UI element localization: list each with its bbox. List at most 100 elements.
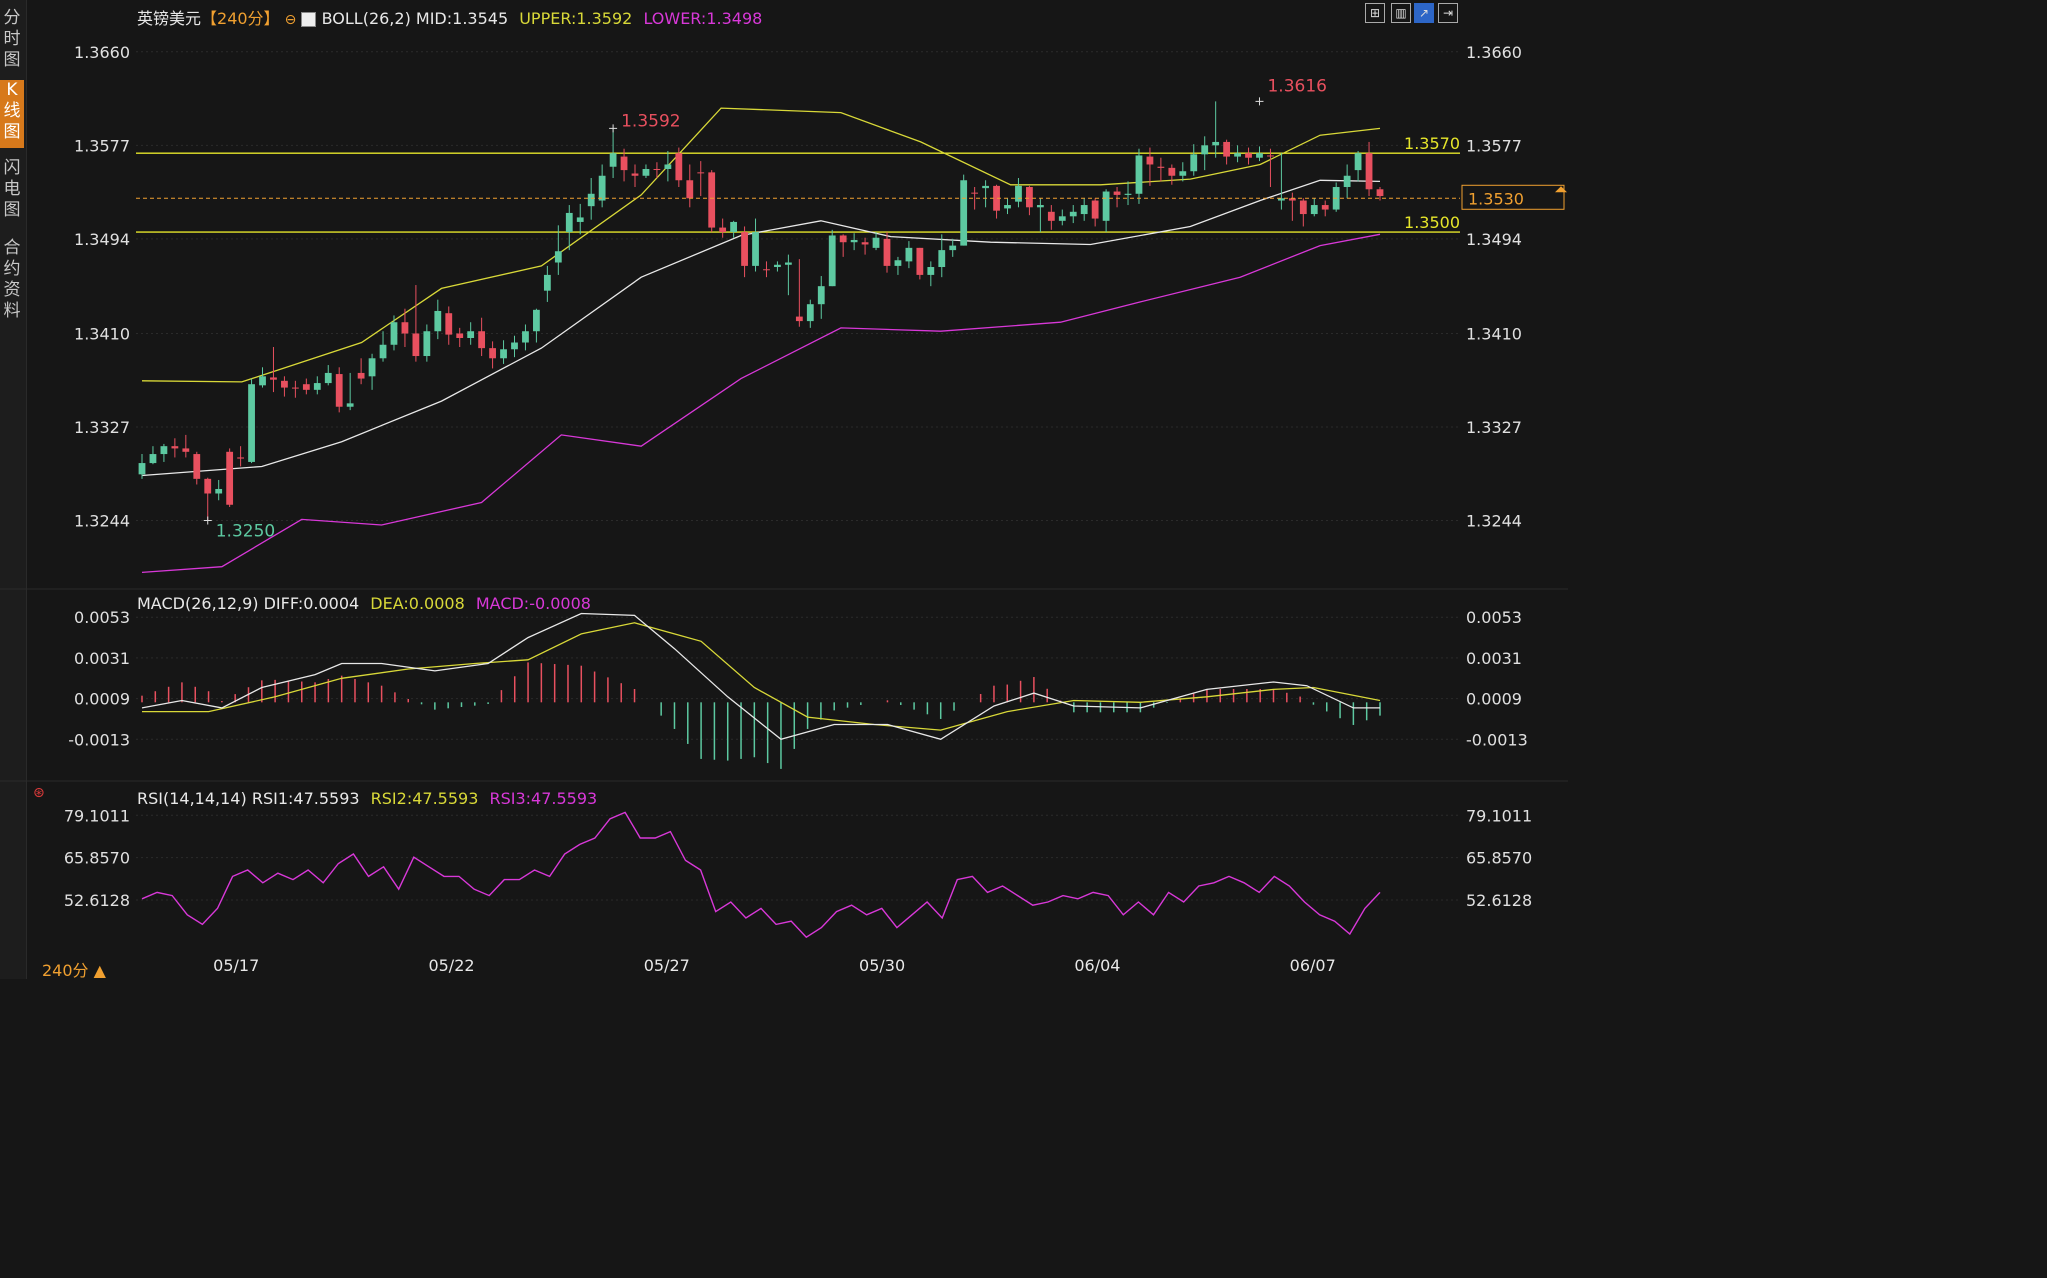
candle-body: [390, 322, 398, 345]
candle-body: [817, 286, 825, 305]
candle-body: [1201, 145, 1209, 155]
y-tick-label-right: 1.3327: [1466, 418, 1522, 437]
x-tick-label: 05/30: [859, 956, 905, 975]
annotation-high-2: 1.3616: [1267, 76, 1326, 96]
candle-body: [478, 331, 486, 349]
candle-body: [565, 212, 573, 233]
candle-body: [763, 269, 770, 271]
candle-body: [368, 358, 376, 377]
candle-body: [916, 247, 924, 275]
candle-body: [1091, 200, 1099, 219]
candle-body: [1234, 153, 1241, 157]
candle-body: [1267, 155, 1274, 157]
candle-body: [346, 403, 354, 407]
x-tick-label: 05/22: [428, 956, 474, 975]
candle-body: [138, 463, 146, 475]
candle-body: [938, 250, 946, 268]
candle-body: [1102, 191, 1110, 221]
candle-body: [543, 274, 551, 291]
candle-body: [193, 454, 201, 479]
candle-body: [533, 309, 540, 332]
candle-body: [1058, 216, 1066, 221]
candle-body: [1168, 167, 1176, 176]
candle-body: [335, 374, 343, 407]
candle-body: [1343, 175, 1351, 188]
candle-body: [489, 348, 496, 359]
candle-body: [850, 239, 858, 243]
candle-body: [1113, 191, 1121, 195]
candle-body: [171, 446, 179, 449]
candle-body: [675, 153, 683, 181]
y-tick-label: 1.3327: [74, 418, 130, 437]
rsi-y-tick: 79.1011: [64, 806, 130, 825]
high-marker: [609, 124, 618, 133]
candle-body: [1245, 153, 1252, 158]
candle-body: [1190, 154, 1198, 172]
candle-body: [982, 185, 989, 189]
rsi-y-tick: 65.8570: [64, 849, 130, 868]
candle-body: [1015, 185, 1022, 202]
candle-body: [872, 237, 880, 248]
candle-body: [631, 173, 639, 176]
candle-body: [741, 232, 748, 266]
x-tick-label: 05/27: [644, 956, 690, 975]
candle-body: [511, 342, 518, 350]
y-tick-label: 1.3244: [74, 512, 130, 531]
candle-body: [522, 331, 529, 343]
candle-body: [149, 454, 157, 464]
x-tick-label: 05/17: [213, 956, 259, 975]
candle-body: [248, 384, 255, 462]
candle-body: [587, 193, 595, 207]
candle-body: [467, 331, 475, 338]
candle-body: [423, 331, 431, 357]
macd-y-tick-right: 0.0053: [1466, 608, 1522, 627]
candle-body: [160, 446, 168, 455]
macd-y-tick: 0.0031: [74, 649, 130, 668]
candle-body: [883, 238, 891, 266]
y-tick-label: 1.3410: [74, 324, 130, 343]
candle-body: [598, 175, 606, 201]
candle-body: [1299, 200, 1307, 215]
candle-body: [434, 310, 442, 332]
candle-body: [445, 313, 453, 335]
macd-y-tick: 0.0053: [74, 608, 130, 627]
y-tick-label-right: 1.3494: [1466, 230, 1522, 249]
level-line-label: 1.3570: [1404, 134, 1460, 153]
candle-body: [620, 156, 628, 171]
candle-body: [806, 304, 814, 322]
candle-body: [259, 376, 266, 386]
candle-body: [1004, 205, 1011, 209]
candle-body: [686, 180, 694, 199]
candle-body: [1080, 205, 1088, 215]
candle-body: [784, 262, 792, 265]
rsi-y-tick-right: 52.6128: [1466, 891, 1532, 910]
rsi-y-tick-right: 65.8570: [1466, 849, 1532, 868]
candle-body: [971, 192, 979, 194]
candle-body: [226, 451, 234, 505]
boll-mid-line: [141, 179, 1381, 477]
candle-body: [1026, 187, 1033, 208]
candle-body: [1310, 205, 1318, 215]
macd-y-tick-right: -0.0013: [1466, 730, 1528, 749]
candle-body: [730, 221, 738, 233]
last-price-label: 1.3530: [1468, 189, 1524, 208]
candle-body: [1223, 141, 1231, 157]
candle-body: [456, 333, 464, 338]
candle-body: [215, 488, 223, 494]
candle-body: [291, 387, 299, 389]
macd-y-tick: 0.0009: [74, 690, 130, 709]
candle-body: [237, 457, 244, 459]
candle-body: [500, 349, 507, 359]
candle-body: [839, 235, 847, 243]
candle-body: [927, 267, 935, 275]
y-tick-label-right: 1.3660: [1466, 43, 1522, 62]
macd-y-tick: -0.0013: [68, 730, 130, 749]
candle-body: [1179, 171, 1187, 176]
candle-body: [664, 164, 672, 169]
diff-line: [141, 612, 1380, 741]
rsi-line: [141, 811, 1381, 939]
candle-body: [302, 384, 310, 390]
y-tick-label-right: 1.3577: [1466, 136, 1522, 155]
candle-body: [609, 153, 617, 167]
candle-body: [401, 322, 409, 334]
